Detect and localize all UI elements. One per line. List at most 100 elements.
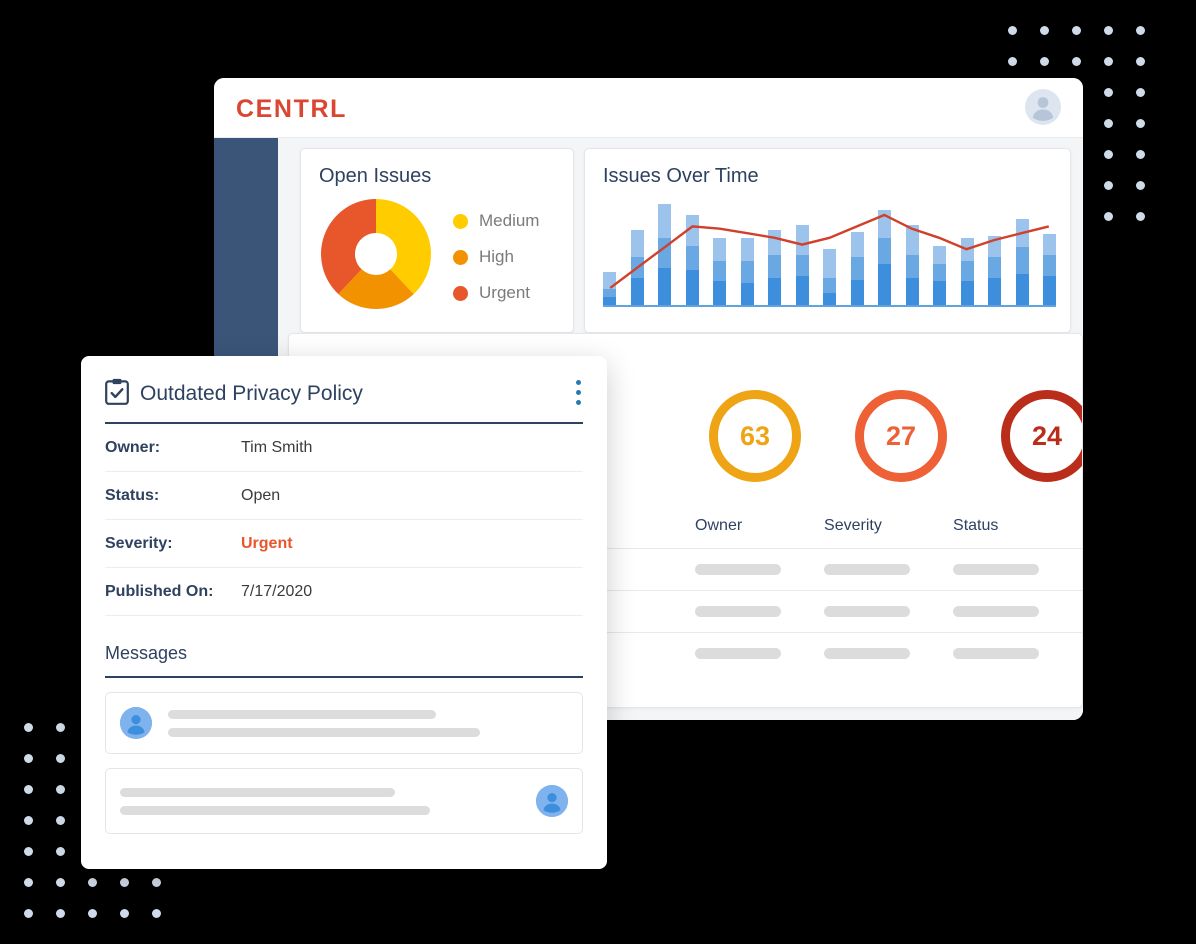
legend-label: Medium	[479, 211, 540, 230]
table-cell	[824, 606, 953, 617]
decorative-dot	[1040, 57, 1049, 66]
decorative-dot	[1104, 212, 1113, 221]
table-column-header[interactable]: Owner	[695, 517, 824, 535]
stat-circle: 63	[709, 390, 801, 482]
panel-open-issues: Open Issues Medium High Urgent	[300, 148, 574, 333]
decorative-dot	[120, 878, 129, 887]
decorative-dot	[56, 909, 65, 918]
table-cell	[695, 564, 824, 575]
decorative-dot	[1136, 150, 1145, 159]
legend-item: Medium	[453, 211, 539, 231]
placeholder-bar	[695, 606, 782, 617]
decorative-dot	[56, 723, 65, 732]
placeholder-bar	[695, 648, 782, 659]
bar-chart-trend-line	[603, 195, 1056, 303]
issue-detail-row: Status: Open	[105, 472, 583, 520]
table-cell	[695, 648, 824, 659]
trend-line-path	[610, 215, 1049, 288]
decorative-dot	[24, 754, 33, 763]
decorative-dot	[1104, 26, 1113, 35]
decorative-dot	[24, 785, 33, 794]
message-placeholder-lines	[120, 787, 520, 815]
message-placeholder-lines	[168, 709, 568, 737]
decorative-dot	[1136, 57, 1145, 66]
placeholder-bar	[953, 564, 1040, 575]
placeholder-bar	[824, 648, 911, 659]
decorative-dot	[1104, 150, 1113, 159]
issue-detail-value: Tim Smith	[241, 438, 313, 456]
placeholder-bar	[168, 727, 480, 737]
table-column-header[interactable]: Status	[953, 517, 1082, 535]
donut-legend: Medium High Urgent	[453, 211, 539, 319]
issue-detail-key: Published On:	[105, 582, 214, 600]
issue-detail-fields: Owner: Tim Smith Status: Open Severity: Urgen…	[81, 424, 607, 616]
user-avatar-icon	[536, 785, 568, 817]
table-cell	[824, 564, 953, 575]
decorative-dot	[1104, 181, 1113, 190]
issue-detail-title: Outdated Privacy Policy	[140, 382, 363, 405]
decorative-dot	[1072, 57, 1081, 66]
decorative-dot	[1104, 57, 1113, 66]
legend-color-dot	[453, 249, 468, 265]
decorative-dot	[1136, 212, 1145, 221]
messages-list	[81, 692, 607, 834]
decorative-dot	[152, 909, 161, 918]
issue-detail-key: Status:	[105, 486, 160, 504]
table-cell	[953, 606, 1082, 617]
issue-detail-key: Severity:	[105, 534, 173, 552]
legend-color-dot	[453, 213, 468, 229]
decorative-dot	[56, 878, 65, 887]
brand-logo[interactable]: CENTRL	[236, 95, 347, 124]
decorative-dot	[1104, 88, 1113, 97]
panel-title-open-issues: Open Issues	[319, 165, 432, 187]
issue-detail-card: Outdated Privacy Policy Owner: Tim Smith S…	[81, 356, 607, 869]
decorative-dot	[152, 878, 161, 887]
decorative-dot	[88, 878, 97, 887]
placeholder-bar	[824, 606, 911, 617]
placeholder-bar	[120, 787, 395, 797]
decorative-dot	[1136, 181, 1145, 190]
legend-item: Urgent	[453, 283, 539, 303]
table-cell	[953, 648, 1082, 659]
table-cell	[695, 606, 824, 617]
screenshot-stage: CENTRL Open Issues Medium High Urgent Is…	[0, 0, 1196, 944]
issue-detail-value: 7/17/2020	[241, 582, 313, 600]
placeholder-bar	[824, 564, 911, 575]
decorative-dot	[56, 816, 65, 825]
table-cell	[953, 564, 1082, 575]
kebab-menu-icon[interactable]	[576, 380, 581, 410]
decorative-dot	[56, 847, 65, 856]
decorative-dot	[1104, 119, 1113, 128]
decorative-dot	[24, 816, 33, 825]
table-column-header[interactable]: Severity	[824, 517, 953, 535]
stat-circle: 24	[1001, 390, 1082, 482]
decorative-dot	[56, 754, 65, 763]
bar-chart-axis	[603, 305, 1056, 307]
decorative-dot	[1008, 57, 1017, 66]
decorative-dot	[88, 909, 97, 918]
dashboard-header: CENTRL	[214, 78, 1083, 138]
decorative-dot	[24, 878, 33, 887]
message-item[interactable]	[105, 768, 583, 834]
issue-detail-key: Owner:	[105, 438, 161, 456]
decorative-dot	[1072, 26, 1081, 35]
legend-item: High	[453, 247, 539, 267]
decorative-dot	[1136, 119, 1145, 128]
issue-detail-row: Severity: Urgent	[105, 520, 583, 568]
message-item[interactable]	[105, 692, 583, 754]
user-avatar-icon[interactable]	[1025, 89, 1061, 125]
stat-circle: 27	[855, 390, 947, 482]
decorative-dot	[24, 847, 33, 856]
decorative-dot	[56, 785, 65, 794]
decorative-dot	[1136, 88, 1145, 97]
dashboard-top-row: Open Issues Medium High Urgent Issues Over…	[290, 148, 1071, 333]
legend-color-dot	[453, 285, 468, 301]
panel-issues-over-time: Issues Over Time	[584, 148, 1071, 333]
messages-section-title: Messages	[105, 630, 583, 678]
issue-detail-row: Owner: Tim Smith	[105, 424, 583, 472]
placeholder-bar	[953, 648, 1040, 659]
panel-title-issues-over-time: Issues Over Time	[603, 165, 759, 187]
decorative-dot	[1040, 26, 1049, 35]
placeholder-bar	[695, 564, 782, 575]
bar-chart	[603, 195, 1056, 313]
